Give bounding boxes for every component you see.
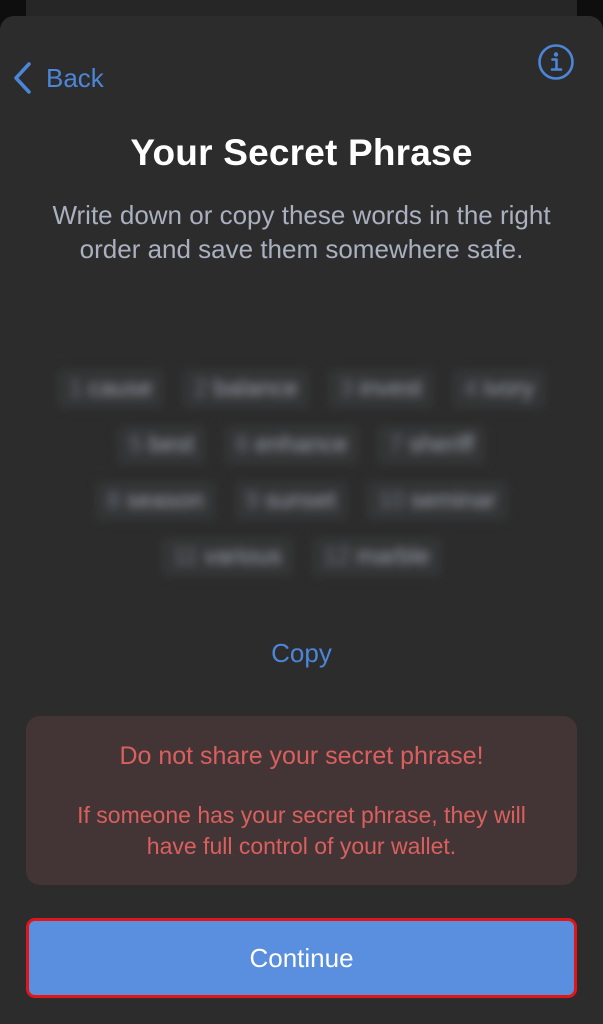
word-chip: 8 season <box>95 481 216 521</box>
word-chip: 6 enhance <box>224 425 360 465</box>
copy-button[interactable]: Copy <box>0 638 603 669</box>
secret-phrase-sheet: Back Your Secret Phrase Write down or co… <box>0 16 603 1024</box>
word-chip: 9 sunset <box>233 481 348 521</box>
word-chip: 7 sheriff <box>377 425 486 465</box>
word-chip: 10 seminar <box>365 481 508 521</box>
word-chip: 11 various <box>161 537 294 577</box>
back-button[interactable]: Back <box>12 56 104 100</box>
continue-button[interactable]: Continue <box>26 918 577 998</box>
page-title: Your Secret Phrase <box>130 132 473 173</box>
warning-box: Do not share your secret phrase! If some… <box>26 716 577 885</box>
warning-text: If someone has your secret phrase, they … <box>77 802 526 859</box>
word-chip: 1 cause <box>57 369 165 409</box>
word-chip: 3 invest <box>327 369 434 409</box>
word-chip: 4 ivory <box>451 369 546 409</box>
back-label: Back <box>46 62 104 93</box>
chevron-left-icon <box>14 62 31 94</box>
page-subtitle: Write down or copy these words in the ri… <box>52 200 551 264</box>
word-chip: 2 balance <box>182 369 310 409</box>
word-chip: 12 marble <box>311 537 442 577</box>
info-icon[interactable] <box>537 43 575 81</box>
word-chip: 5 best <box>117 425 206 465</box>
warning-title: Do not share your secret phrase! <box>119 742 484 770</box>
secret-words-grid: 1 cause 2 balance 3 invest 4 ivory 5 best 6 en… <box>30 361 573 585</box>
